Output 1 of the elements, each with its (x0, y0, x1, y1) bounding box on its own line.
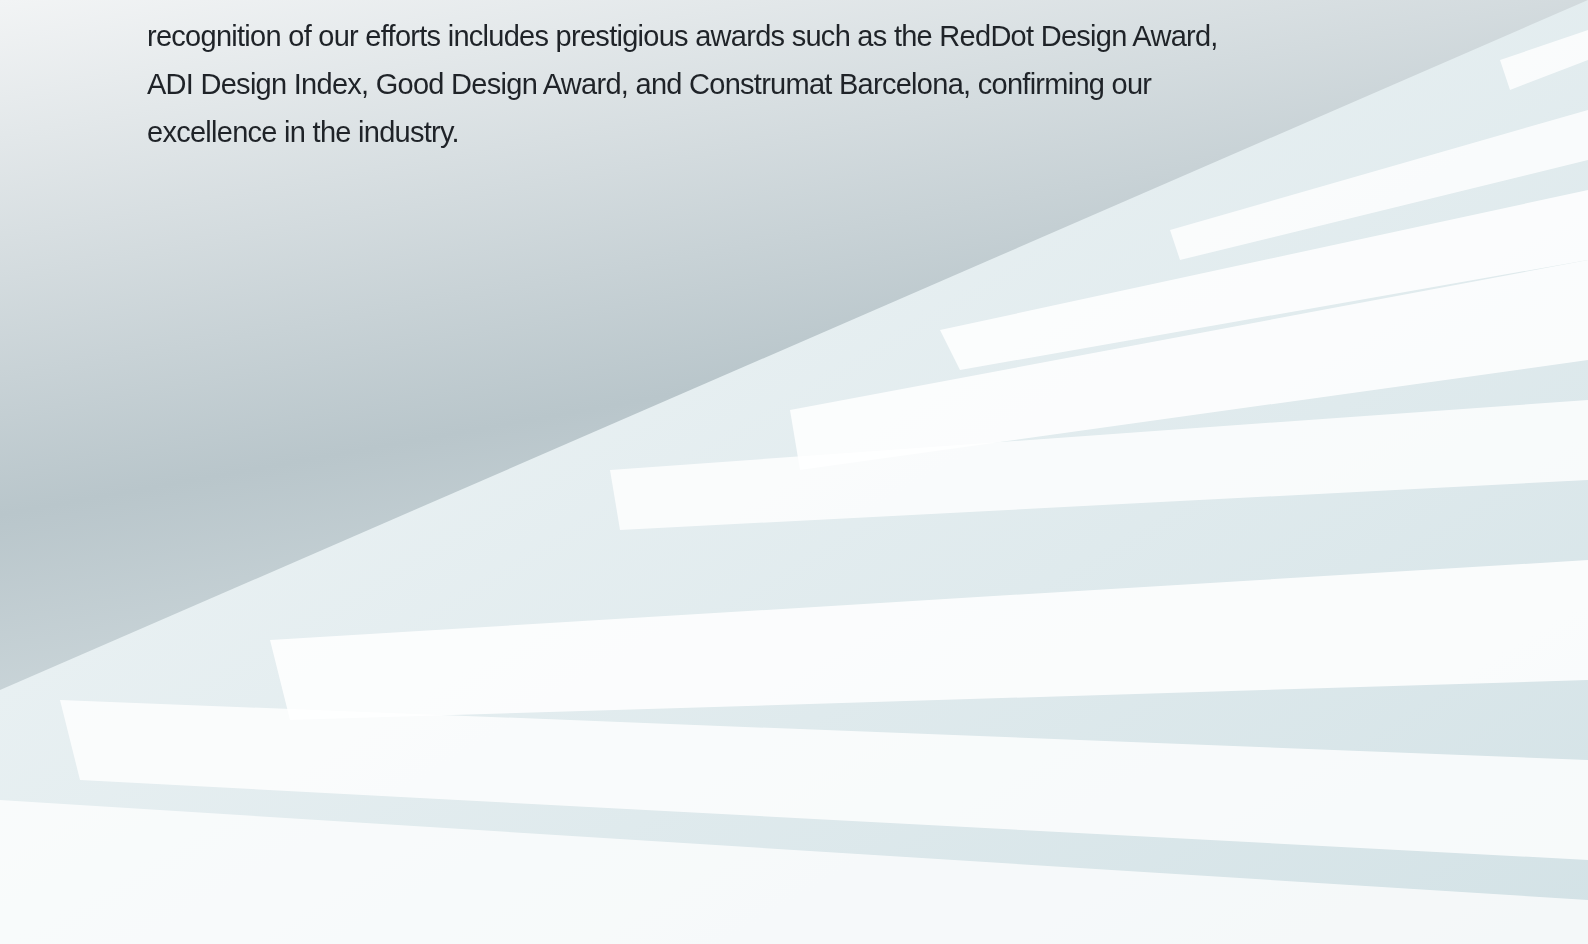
paragraph: recognition of our efforts includes prestigious awards such as the RedDot Design Award, ADI Design Index, Good Design Award, and Construmat Barcelona, confirming our excellence in the industry. (147, 19, 1219, 150)
